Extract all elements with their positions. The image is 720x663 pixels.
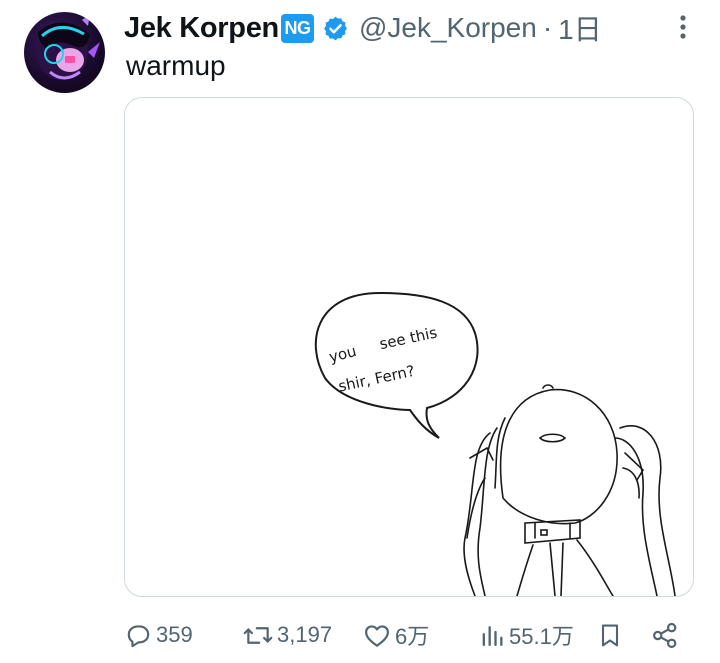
tweet-header: Jek Korpen NG @Jek_Korpen · 1日: [124, 8, 602, 48]
bookmark-button[interactable]: [596, 615, 624, 655]
avatar-image: [36, 14, 100, 80]
bubble-text-line2: shir, Fern?: [337, 362, 417, 396]
author-name[interactable]: Jek Korpen: [124, 12, 279, 45]
reply-count: 359: [156, 622, 193, 647]
repost-count: 3,197: [277, 622, 333, 647]
bubble-text-you: you: [327, 342, 358, 366]
author-handle[interactable]: @Jek_Korpen: [359, 12, 537, 44]
tweet-text: warmup: [126, 50, 226, 81]
action-bar: 359 3,197 6万 55.1万: [0, 615, 720, 655]
views-button[interactable]: 55.1万: [478, 615, 574, 655]
author-avatar[interactable]: [24, 12, 105, 93]
like-icon: [365, 624, 389, 647]
reply-button[interactable]: 359: [124, 615, 193, 655]
like-count: 6万: [395, 624, 430, 649]
header-separator: ·: [542, 12, 553, 43]
tweet-media-image[interactable]: you see this shir, Fern?: [124, 97, 694, 597]
views-icon: [482, 625, 503, 646]
bubble-text-see-this: see this: [378, 323, 439, 353]
share-icon: [653, 622, 677, 648]
tweet-timestamp[interactable]: 1日: [558, 8, 602, 48]
views-count: 55.1万: [509, 624, 574, 649]
share-button[interactable]: [650, 615, 680, 655]
repost-icon: [243, 626, 273, 644]
ng-badge: NG: [280, 13, 314, 43]
verified-badge-icon[interactable]: [322, 15, 349, 42]
like-button[interactable]: 6万: [362, 615, 429, 655]
reply-icon: [127, 624, 150, 647]
repost-button[interactable]: 3,197: [242, 615, 332, 655]
bookmark-icon: [601, 624, 619, 646]
sketch-drawing: you see this shir, Fern?: [314, 291, 676, 596]
character-figure: [463, 384, 676, 596]
more-icon[interactable]: [668, 12, 698, 42]
